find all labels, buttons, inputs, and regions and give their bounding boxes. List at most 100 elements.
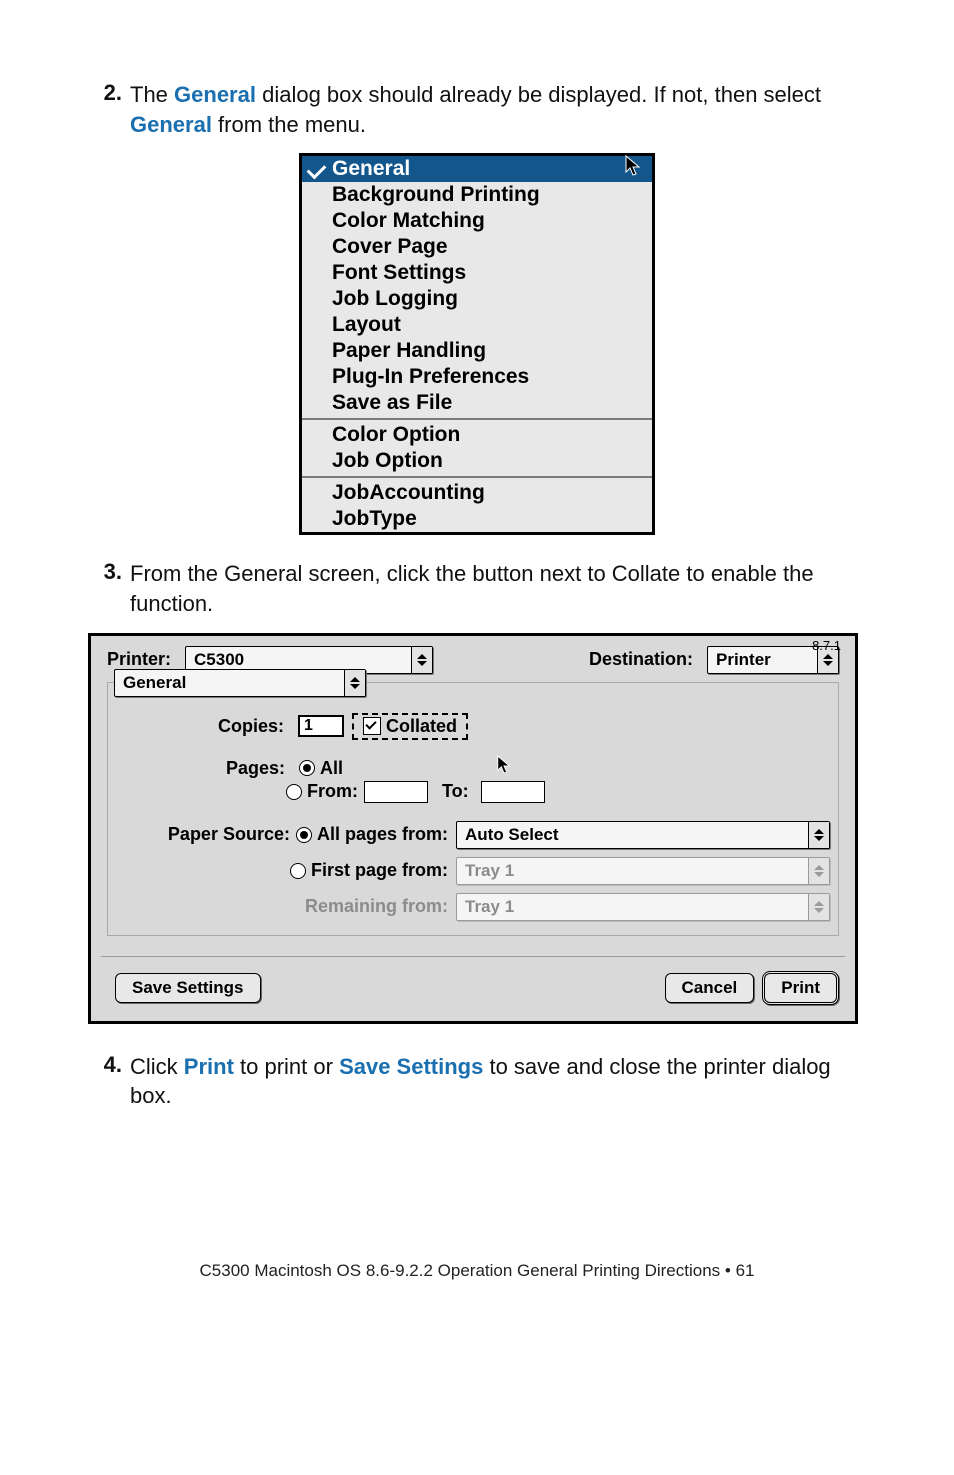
pages-label: Pages:: [226, 758, 285, 779]
stepper-icon: [411, 647, 432, 673]
stepper-icon: [808, 858, 829, 884]
menu-item[interactable]: Job Logging: [302, 286, 652, 312]
radio-icon: [286, 784, 302, 800]
menu-item[interactable]: Background Printing: [302, 182, 652, 208]
general-group: General Copies: 1 Collated Pages:: [107, 682, 839, 936]
step-4: 4. Click Print to print or Save Settings…: [88, 1052, 866, 1111]
keyword-print: Print: [184, 1054, 234, 1079]
text: to print or: [234, 1054, 339, 1079]
paper-source-label: Paper Source:: [168, 824, 290, 845]
first-page-from-label: First page from:: [311, 860, 448, 881]
text: The: [130, 82, 174, 107]
pages-to-input[interactable]: [481, 781, 545, 803]
collated-highlight: Collated: [352, 713, 468, 740]
copies-label: Copies:: [218, 716, 284, 737]
pages-from-label: From:: [307, 781, 358, 802]
first-page-from-radio[interactable]: First page from:: [290, 860, 448, 881]
remaining-from-select[interactable]: Tray 1: [456, 893, 830, 921]
pages-to-label: To:: [442, 781, 469, 802]
menu-item-label: Save as File: [332, 391, 452, 414]
menu-item-label: JobType: [332, 507, 417, 530]
menu-item-label: General: [332, 157, 410, 180]
text: dialog box should already be displayed. …: [256, 82, 821, 107]
step-3-body: From the General screen, click the butto…: [130, 559, 866, 618]
menu-dropdown: General Background Printing Color Matchi…: [299, 153, 655, 535]
menu-item-label: JobAccounting: [332, 481, 485, 504]
all-pages-from-label: All pages from:: [317, 824, 448, 845]
menu-item[interactable]: Cover Page: [302, 234, 652, 260]
section-value: General: [115, 670, 344, 696]
menu-item[interactable]: Color Matching: [302, 208, 652, 234]
radio-icon: [290, 863, 306, 879]
first-page-from-select[interactable]: Tray 1: [456, 857, 830, 885]
section-select[interactable]: General: [114, 669, 366, 697]
pages-from-input[interactable]: [364, 781, 428, 803]
save-settings-button[interactable]: Save Settings: [115, 973, 261, 1003]
checkbox-icon: [363, 717, 381, 735]
menu-item[interactable]: Job Option: [302, 448, 652, 474]
stepper-icon: [344, 670, 365, 696]
print-dialog: 8.7.1 Printer: C5300 Destination: Printe…: [88, 633, 858, 1024]
cursor-icon: [624, 154, 642, 184]
menu-item-label: Job Option: [332, 449, 443, 472]
step-4-number: 4.: [88, 1052, 130, 1111]
destination-value: Printer: [708, 647, 817, 673]
stepper-icon: [808, 822, 829, 848]
step-2-body: The General dialog box should already be…: [130, 80, 866, 139]
menu-separator: [302, 476, 652, 478]
text: Click: [130, 1054, 184, 1079]
cursor-icon: [496, 754, 512, 781]
remaining-from-label: Remaining from:: [305, 896, 448, 917]
step-2: 2. The General dialog box should already…: [88, 80, 866, 139]
print-button[interactable]: Print: [762, 971, 839, 1005]
keyword-general: General: [174, 82, 256, 107]
destination-label: Destination:: [589, 649, 693, 670]
menu-separator: [302, 418, 652, 420]
menu-item-label: Background Printing: [332, 183, 540, 206]
version-label: 8.7.1: [812, 638, 841, 653]
first-page-from-value: Tray 1: [457, 858, 808, 884]
remaining-from-value: Tray 1: [457, 894, 808, 920]
menu-item-label: Color Option: [332, 423, 460, 446]
menu-item-label: Cover Page: [332, 235, 448, 258]
page-footer: C5300 Macintosh OS 8.6-9.2.2 Operation G…: [88, 1261, 866, 1281]
menu-item-label: Paper Handling: [332, 339, 486, 362]
text: from the menu.: [212, 112, 366, 137]
menu-item[interactable]: Save as File: [302, 390, 652, 416]
button-label: Save Settings: [132, 978, 244, 998]
step-3-number: 3.: [88, 559, 130, 618]
collated-checkbox[interactable]: Collated: [359, 716, 461, 737]
menu-item[interactable]: Paper Handling: [302, 338, 652, 364]
collated-label: Collated: [386, 716, 457, 737]
menu-item[interactable]: Layout: [302, 312, 652, 338]
radio-icon: [296, 827, 312, 843]
menu-item[interactable]: JobAccounting: [302, 480, 652, 506]
keyword-general: General: [130, 112, 212, 137]
all-pages-from-radio[interactable]: All pages from:: [296, 824, 448, 845]
menu-item[interactable]: Font Settings: [302, 260, 652, 286]
pages-all-label: All: [320, 758, 343, 779]
menu-item[interactable]: JobType: [302, 506, 652, 532]
menu-item-label: Font Settings: [332, 261, 466, 284]
radio-icon: [299, 760, 315, 776]
copies-input[interactable]: 1: [298, 715, 344, 737]
button-label: Cancel: [682, 978, 738, 998]
pages-all-radio[interactable]: All: [299, 758, 343, 779]
all-pages-from-select[interactable]: Auto Select: [456, 821, 830, 849]
stepper-icon: [808, 894, 829, 920]
button-label: Print: [781, 978, 820, 998]
step-2-number: 2.: [88, 80, 130, 139]
menu-item-label: Plug-In Preferences: [332, 365, 529, 388]
step-3: 3. From the General screen, click the bu…: [88, 559, 866, 618]
menu-item[interactable]: Plug-In Preferences: [302, 364, 652, 390]
menu-item-label: Layout: [332, 313, 401, 336]
printer-label: Printer:: [107, 649, 171, 670]
step-4-body: Click Print to print or Save Settings to…: [130, 1052, 866, 1111]
keyword-save-settings: Save Settings: [339, 1054, 483, 1079]
menu-item-general[interactable]: General: [302, 156, 652, 182]
divider: [101, 956, 845, 957]
menu-item-label: Job Logging: [332, 287, 458, 310]
menu-item[interactable]: Color Option: [302, 422, 652, 448]
cancel-button[interactable]: Cancel: [665, 973, 755, 1003]
pages-from-radio[interactable]: From:: [286, 781, 358, 802]
